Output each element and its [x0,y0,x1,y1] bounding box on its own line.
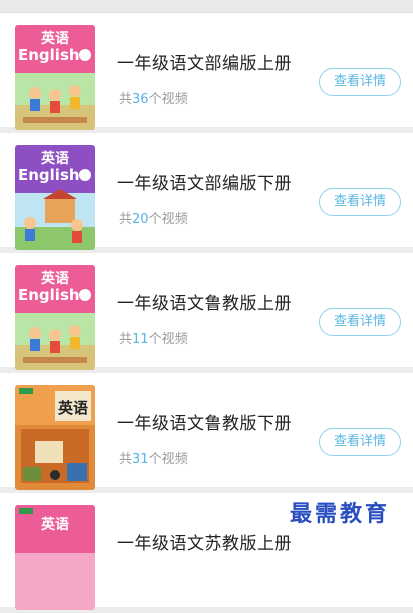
video-count: 共11个视频 [119,328,188,347]
watermark-logo: 最需教育 [290,501,391,527]
svg-text:English: English [18,46,80,64]
view-details-button[interactable]: 查看详情 [319,308,401,336]
svg-text:英语: 英语 [40,270,69,287]
view-details-button[interactable]: 查看详情 [319,188,401,216]
view-details-button[interactable]: 查看详情 [319,68,401,96]
list-item[interactable]: 英语 English 一年级语文部编版下册 共20个视频 查看详情 [0,133,413,253]
count-prefix: 共 [119,452,133,467]
svg-text:英语: 英语 [58,399,88,417]
course-title: 一年级语文鲁教版下册 [117,414,292,434]
count-number: 20 [132,212,149,227]
book-cover: 英语 English [15,145,95,250]
count-number: 36 [132,92,149,107]
video-count: 共20个视频 [119,208,188,227]
svg-text:English: English [18,166,80,184]
count-suffix: 个视频 [148,452,188,467]
svg-text:英语: 英语 [40,516,69,533]
video-count: 共31个视频 [119,448,188,467]
view-details-button[interactable]: 查看详情 [319,428,401,456]
svg-text:英语: 英语 [40,30,69,47]
svg-text:English: English [18,286,80,304]
book-cover: 英语 [15,505,95,610]
list-item[interactable]: 英语 English 一年级语文鲁教版上册 共11个视频 查看详情 [0,253,413,373]
count-number: 31 [132,452,149,467]
count-prefix: 共 [119,92,133,107]
count-prefix: 共 [119,212,133,227]
svg-text:英语: 英语 [40,150,69,167]
count-number: 11 [132,332,149,347]
book-cover: 英语 [15,385,95,490]
video-count: 共36个视频 [119,88,188,107]
count-suffix: 个视频 [148,92,188,107]
list-item[interactable]: 英语 English 一年级语文部编版上册 共36个视频 查看详情 [0,13,413,133]
top-strip [0,0,413,13]
course-title: 一年级语文鲁教版上册 [117,294,292,314]
course-title: 一年级语文部编版上册 [117,54,292,74]
book-cover: 英语 English [15,25,95,130]
count-suffix: 个视频 [148,332,188,347]
count-suffix: 个视频 [148,212,188,227]
course-title: 一年级语文部编版下册 [117,174,292,194]
book-cover: 英语 English [15,265,95,370]
list-item[interactable]: 英语 一年级语文鲁教版下册 共31个视频 查看详情 [0,373,413,493]
count-prefix: 共 [119,332,133,347]
